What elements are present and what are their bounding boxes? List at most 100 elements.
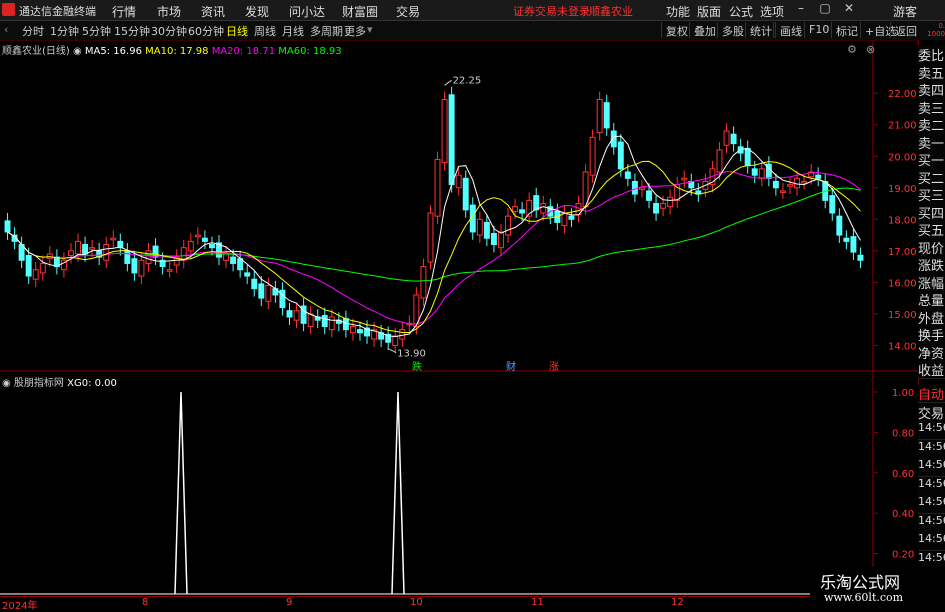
candle: [75, 240, 81, 255]
side-trade-7[interactable]: 14:56: [918, 513, 945, 533]
side-label-6[interactable]: 买一: [918, 150, 945, 169]
indicator-svg[interactable]: 1.00 0.80 0.60 0.40 0.20: [0, 372, 945, 597]
minimize-icon[interactable]: –: [792, 1, 810, 18]
side-label-2[interactable]: 卖四: [918, 80, 945, 99]
side-label-1[interactable]: 卖五: [918, 62, 945, 82]
menu-jiaoyi[interactable]: 交易: [396, 3, 420, 20]
side-trade-0[interactable]: 自动: [918, 384, 945, 403]
tool-duogu[interactable]: 多股: [717, 22, 748, 38]
tool-biaoji[interactable]: 标记: [831, 22, 862, 38]
side-label-5[interactable]: 卖一: [918, 132, 945, 152]
tool-fuquan[interactable]: 复权: [661, 22, 692, 38]
menu-xuanxiang[interactable]: 选项: [760, 3, 784, 20]
period-60min[interactable]: 60分钟: [188, 23, 224, 39]
side-label-4[interactable]: 卖二: [918, 115, 945, 134]
high-marker: [444, 79, 452, 86]
side-trade-5[interactable]: 14:56: [918, 476, 945, 496]
kline-chart[interactable]: 22.00 21.00 20.00 19.00 18.00 17.00 16.00 15.00…: [0, 40, 945, 372]
side-label-3[interactable]: 卖三: [918, 97, 945, 117]
tool-tongji[interactable]: 统计: [745, 22, 776, 38]
kline-svg[interactable]: 22.00 21.00 20.00 19.00 18.00 17.00 16.00 15.00…: [0, 40, 945, 372]
price-tick-label: 14.00: [888, 341, 917, 352]
tool-diejia[interactable]: 叠加: [689, 22, 720, 38]
sub-tick-label: 0.40: [892, 509, 914, 520]
period-1min[interactable]: 1分钟: [50, 23, 79, 39]
menu-gongshi[interactable]: 公式: [729, 3, 753, 20]
side-label-13[interactable]: 涨幅: [918, 272, 945, 292]
ma10-line: [7, 160, 861, 333]
candle: [244, 272, 251, 277]
menu-faxian[interactable]: 发现: [245, 3, 269, 20]
tool-huaxian[interactable]: 画线: [775, 22, 806, 38]
more-dropdown-icon[interactable]: ▾: [367, 23, 373, 36]
indicator-chart[interactable]: 1.00 0.80 0.60 0.40 0.20 ◉ 股朋指标网 XG0: 0.00: [0, 372, 945, 597]
user-guest[interactable]: 游客: [893, 3, 917, 20]
side-trade-1[interactable]: 交易: [918, 402, 945, 422]
candle: [589, 136, 596, 176]
settings-icon[interactable]: ◉: [73, 46, 82, 57]
menu-zixun[interactable]: 资讯: [201, 3, 225, 20]
side-trade-2[interactable]: 14:56: [918, 421, 945, 440]
side-trade-6[interactable]: 14:56: [918, 495, 945, 514]
xg0-spike: [174, 391, 188, 595]
side-label-0[interactable]: 委比: [918, 45, 945, 64]
side-label-8[interactable]: 买三: [918, 185, 945, 204]
side-label-10[interactable]: 买五: [918, 220, 945, 239]
candle: [787, 184, 793, 187]
candle: [145, 250, 152, 264]
candle: [744, 147, 751, 167]
candle: [779, 190, 786, 193]
menu-hangqing[interactable]: 行情: [112, 3, 136, 20]
side-trade-4[interactable]: 14:56: [918, 458, 945, 477]
candle: [194, 234, 201, 238]
period-multi[interactable]: 多周期: [310, 23, 343, 39]
menu-wenxiaoda[interactable]: 问小达: [289, 3, 325, 20]
side-label-14[interactable]: 总量: [918, 290, 945, 309]
candle: [723, 130, 730, 146]
tool-f10[interactable]: F10: [804, 22, 833, 38]
side-label-9[interactable]: 买四: [918, 202, 945, 222]
candle: [490, 232, 497, 246]
menu-gongneng[interactable]: 功能: [666, 3, 690, 20]
trade-login-warning[interactable]: 证券交易未登录: [513, 3, 590, 19]
candle: [223, 253, 230, 261]
period-daily[interactable]: 日线: [226, 23, 248, 39]
period-weekly[interactable]: 周线: [254, 23, 276, 39]
indicator-settings-icon[interactable]: ◉: [2, 378, 11, 389]
axis-label-nov: 11: [531, 597, 544, 608]
menu-banmian[interactable]: 版面: [697, 3, 721, 20]
sub-tick-label: 0.20: [892, 550, 914, 561]
chart-settings-icon[interactable]: ⚙: [847, 43, 857, 56]
side-label-7[interactable]: 买二: [918, 167, 945, 187]
menu-caifuquan[interactable]: 财富圈: [342, 3, 378, 20]
side-label-11[interactable]: 现价: [918, 237, 945, 257]
close-icon[interactable]: ✕: [840, 1, 858, 18]
period-more[interactable]: 更多: [344, 23, 366, 39]
price-tick-label: 19.00: [888, 184, 917, 195]
menu-shichang[interactable]: 市场: [157, 3, 181, 20]
side-label-16[interactable]: 换手: [918, 325, 945, 344]
period-fenshi[interactable]: 分时: [22, 23, 44, 39]
side-trade-3[interactable]: 14:56: [918, 439, 945, 459]
side-trade-8[interactable]: 14:56: [918, 532, 945, 551]
candle: [455, 174, 462, 189]
period-30min[interactable]: 30分钟: [151, 23, 187, 39]
collapse-icon[interactable]: ‹: [4, 23, 8, 36]
tool-back[interactable]: 返回: [890, 22, 921, 38]
chart-close-icon[interactable]: ⊗: [866, 43, 875, 56]
side-label-15[interactable]: 外盘: [918, 307, 945, 327]
period-15min[interactable]: 15分钟: [114, 23, 150, 39]
candle: [89, 247, 96, 250]
candle: [251, 278, 258, 290]
period-5min[interactable]: 5分钟: [82, 23, 111, 39]
side-label-12[interactable]: 涨跌: [918, 255, 945, 274]
candle: [187, 240, 194, 252]
candle: [68, 250, 74, 257]
period-monthly[interactable]: 月线: [282, 23, 304, 39]
candle: [103, 244, 110, 261]
maximize-icon[interactable]: ▢: [816, 1, 834, 18]
candle: [258, 283, 265, 299]
sub-tick-label: 0.80: [892, 428, 914, 439]
side-label-17[interactable]: 净资: [918, 342, 945, 362]
side-label-18[interactable]: 收益: [918, 360, 945, 379]
